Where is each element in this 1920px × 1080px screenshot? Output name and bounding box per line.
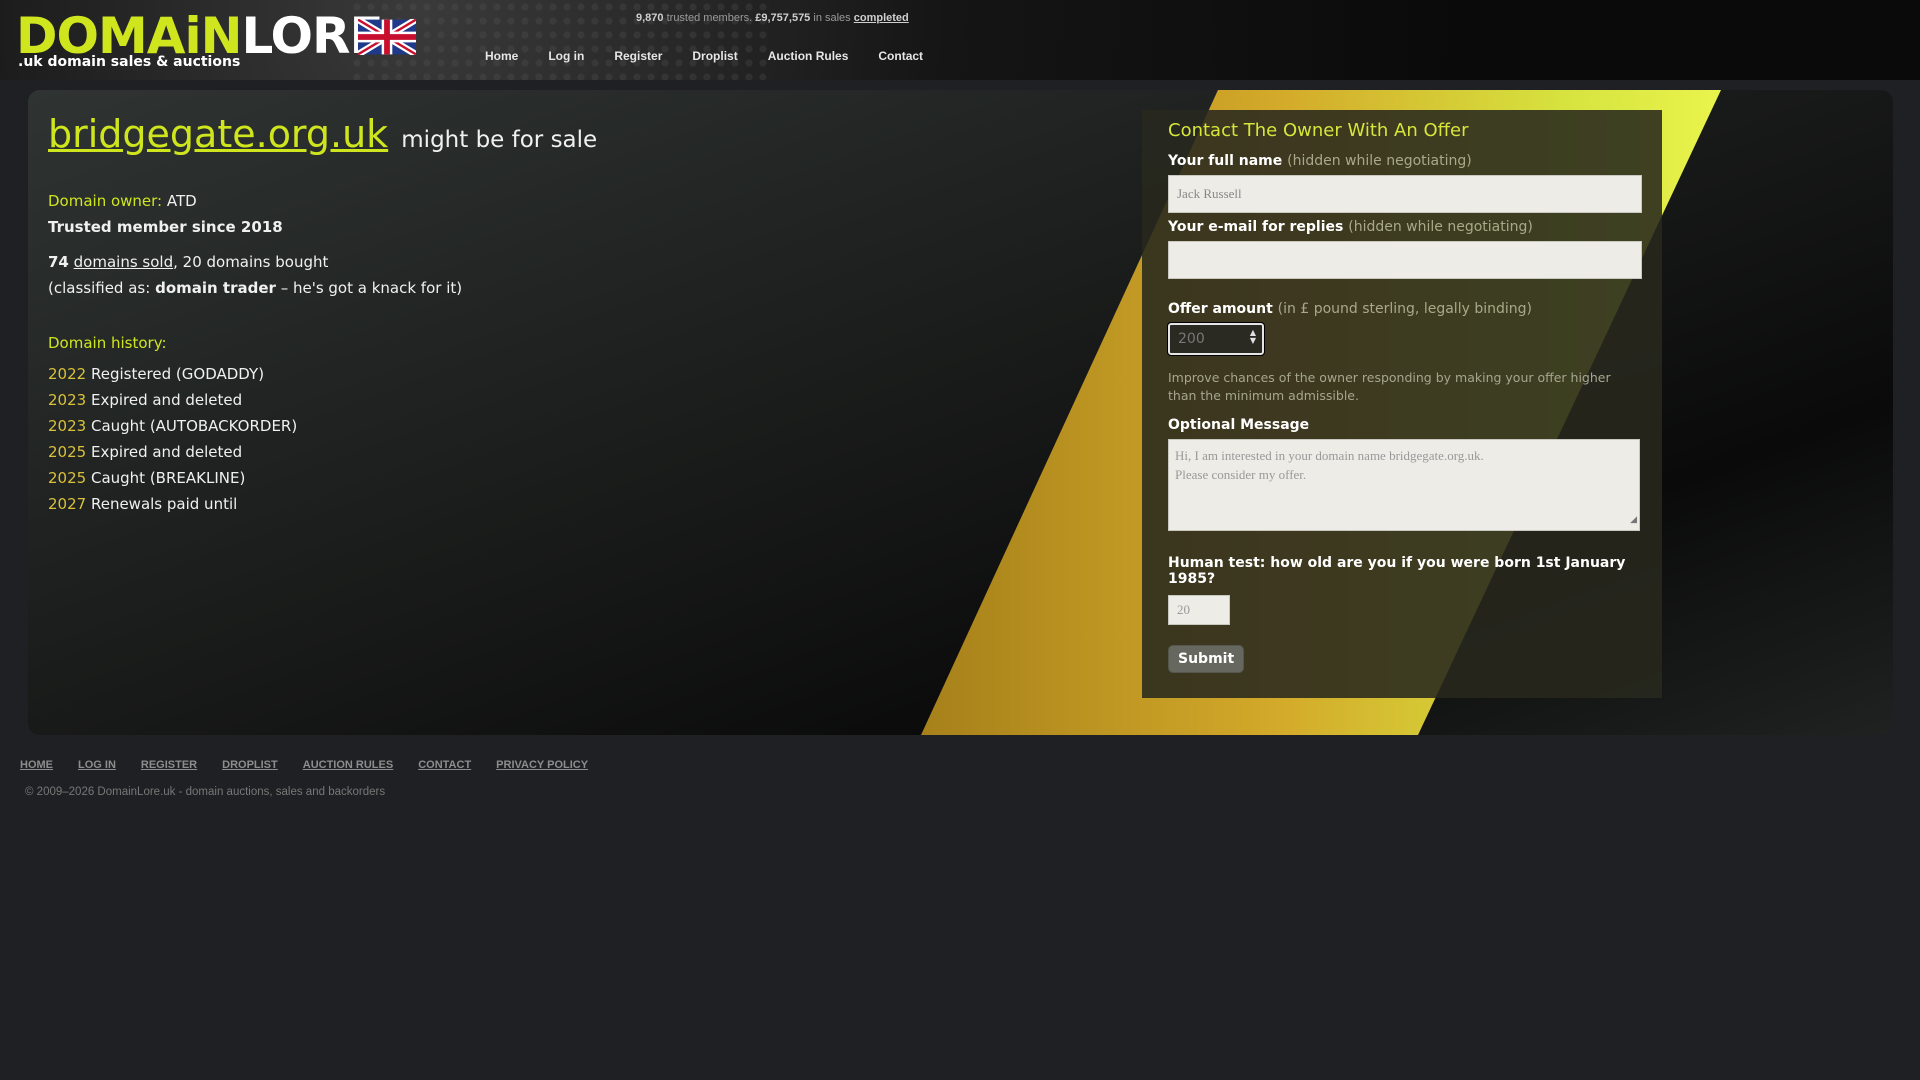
for-sale-text: might be for sale [401,127,598,153]
human-test-input[interactable]: 20 [1168,595,1230,625]
owner-line: Domain owner: ATD [48,188,283,214]
footer-auction-rules[interactable]: AUCTION RULES [303,759,393,771]
history-item: 2025 Expired and deleted [48,439,297,465]
domain-history: Domain history: 2022 Registered (GODADDY… [48,330,297,517]
stats-members: 9,870 [636,12,664,24]
owner-name: ATD [166,192,197,210]
nav-login[interactable]: Log in [548,49,584,63]
trade-info: 74 domains sold, 20 domains bought (clas… [48,249,462,301]
footer-contact[interactable]: CONTACT [418,759,471,771]
history-year: 2025 [48,469,87,487]
main-nav: Home Log in Register Droplist Auction Ru… [485,49,953,63]
history-year: 2023 [48,391,87,409]
history-year: 2022 [48,365,87,383]
name-label-text: Your full name [1168,153,1283,169]
footer-nav: HOME LOG IN REGISTER DROPLIST AUCTION RU… [20,759,613,771]
member-since: Trusted member since 2018 [48,214,283,240]
classified-prefix: (classified as: [48,279,151,297]
message-placeholder-line2: Please consider my offer. [1175,467,1307,482]
footer-login[interactable]: LOG IN [78,759,116,771]
footer-home[interactable]: HOME [20,759,53,771]
history-year: 2023 [48,417,87,435]
history-item: 2025 Caught (BREAKLINE) [48,465,297,491]
member-since-text: Trusted member since 2018 [48,218,283,236]
history-item: 2023 Caught (AUTOBACKORDER) [48,413,297,439]
footer-droplist[interactable]: DROPLIST [222,759,278,771]
offer-form: Contact The Owner With An Offer Your ful… [1142,110,1662,698]
number-spinner-icon[interactable]: ▲ ▼ [1250,329,1256,345]
message-label: Optional Message [1168,417,1642,433]
history-item: 2023 Expired and deleted [48,387,297,413]
logo-tagline: .uk domain sales & auctions [18,54,241,70]
message-label-text: Optional Message [1168,417,1310,433]
copyright-text: © 2009–2026 DomainLore.uk - domain aucti… [25,786,386,798]
sales-line: 74 domains sold, 20 domains bought [48,249,462,275]
history-event: Renewals paid until [90,495,238,513]
history-event: Expired and deleted [90,391,243,409]
footer-privacy-policy[interactable]: PRIVACY POLICY [496,759,588,771]
nav-register[interactable]: Register [614,49,662,63]
history-item: 2027 Renewals paid until [48,491,297,517]
owner-info: Domain owner: ATD Trusted member since 2… [48,188,283,240]
nav-contact[interactable]: Contact [878,49,923,63]
full-name-input[interactable]: Jack Russell [1168,175,1642,213]
site-stats: 9,870 trusted members. £9,757,575 in sal… [636,12,909,24]
email-label-text: Your e-mail for replies [1168,219,1344,235]
history-item: 2022 Registered (GODADDY) [48,361,297,387]
bought-text: , 20 domains bought [173,253,329,271]
classification-line: (classified as: domain trader – he's got… [48,275,462,301]
sold-count: 74 [48,253,69,271]
stats-sales-suffix: in sales [813,12,851,24]
email-input[interactable] [1168,241,1642,279]
site-logo[interactable]: DOMAiNLORE .uk domain sales & auctions [16,8,416,72]
resize-grip-icon[interactable]: ◢ [1630,510,1637,529]
owner-label: Domain owner: [48,192,163,210]
history-event: Expired and deleted [90,443,243,461]
nav-auction-rules[interactable]: Auction Rules [768,49,849,63]
footer-register[interactable]: REGISTER [141,759,197,771]
nav-home[interactable]: Home [485,49,518,63]
offer-amount-input[interactable]: 200 ▲ ▼ [1167,322,1265,356]
offer-hint: (in £ pound sterling, legally binding) [1277,301,1532,317]
stats-completed-link[interactable]: completed [854,12,909,24]
history-event: Caught (BREAKLINE) [90,469,246,487]
name-label: Your full name (hidden while negotiating… [1168,153,1642,169]
classification-value: domain trader [155,279,276,297]
email-label: Your e-mail for replies (hidden while ne… [1168,219,1642,235]
history-event: Caught (AUTOBACKORDER) [90,417,298,435]
domain-heading: bridgegate.org.uk might be for sale [48,112,597,156]
history-year: 2025 [48,443,87,461]
domain-name-link[interactable]: bridgegate.org.uk [48,112,388,156]
nav-droplist[interactable]: Droplist [692,49,737,63]
history-heading: Domain history: [48,334,167,352]
message-placeholder-line1: Hi, I am interested in your domain name … [1175,448,1484,463]
email-hint: (hidden while negotiating) [1348,219,1533,235]
offer-label-text: Offer amount [1168,301,1273,317]
offer-placeholder: 200 [1178,331,1205,347]
classified-suffix: – he's got a knack for it) [280,279,463,297]
main-panel: bridgegate.org.uk might be for sale Doma… [28,90,1893,735]
site-header: DOMAiNLORE .uk domain sales & auctions 9… [0,0,1920,80]
improve-chances-text: Improve chances of the owner responding … [1168,370,1611,403]
offer-label: Offer amount (in £ pound sterling, legal… [1168,301,1642,317]
history-year: 2027 [48,495,87,513]
domains-sold-link[interactable]: domains sold [74,253,173,271]
name-hint: (hidden while negotiating) [1287,153,1472,169]
human-test-label: Human test: how old are you if you were … [1168,555,1626,587]
message-textarea[interactable]: Hi, I am interested in your domain name … [1168,439,1640,531]
form-title: Contact The Owner With An Offer [1168,120,1469,141]
history-event: Registered (GODADDY) [90,365,265,383]
uk-flag-icon [358,19,416,55]
stats-members-suffix: trusted members. [666,12,753,24]
submit-button[interactable]: Submit [1168,645,1245,673]
stats-sales: £9,757,575 [755,12,811,24]
